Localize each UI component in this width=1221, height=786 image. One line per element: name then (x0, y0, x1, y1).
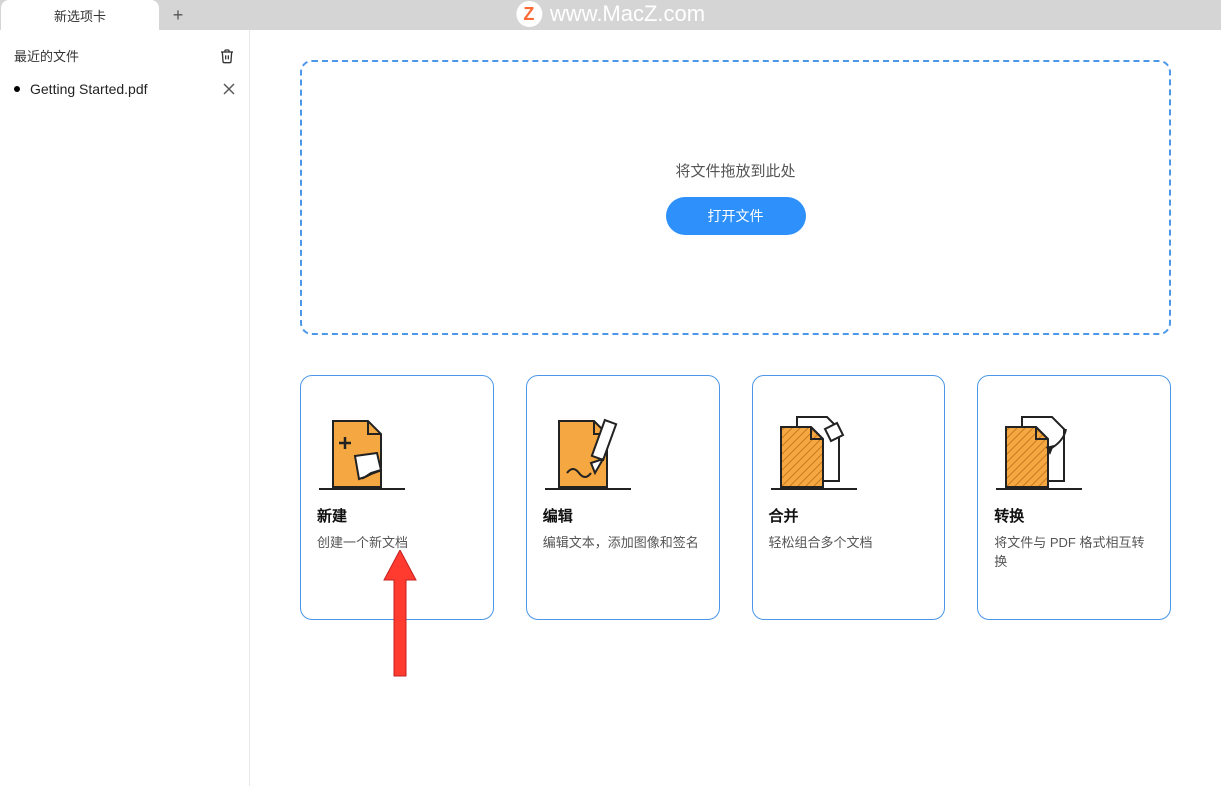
plus-icon: + (173, 5, 184, 26)
watermark: Z www.MacZ.com (516, 1, 705, 27)
open-file-button[interactable]: 打开文件 (666, 197, 806, 235)
card-merge[interactable]: 合并 轻松组合多个文档 (752, 375, 946, 620)
main-panel: 将文件拖放到此处 打开文件 (250, 30, 1221, 786)
close-icon (223, 83, 235, 95)
sidebar-header: 最近的文件 (0, 40, 249, 71)
card-title: 新建 (317, 505, 477, 526)
card-desc: 轻松组合多个文档 (769, 532, 929, 551)
card-desc: 将文件与 PDF 格式相互转换 (994, 532, 1154, 570)
card-title: 合并 (769, 505, 929, 526)
card-convert[interactable]: 转换 将文件与 PDF 格式相互转换 (977, 375, 1171, 620)
recent-files-label: 最近的文件 (14, 46, 79, 65)
edit-icon (543, 398, 703, 493)
merge-icon (769, 398, 929, 493)
tab-label: 新选项卡 (54, 6, 106, 25)
card-desc: 编辑文本，添加图像和签名 (543, 532, 703, 551)
card-title: 转换 (994, 505, 1154, 526)
watermark-z-icon: Z (516, 1, 542, 27)
content-area: 最近的文件 Getting Started.pdf 将文件拖放到此处 打开文件 (0, 30, 1221, 786)
watermark-text: www.MacZ.com (550, 1, 705, 27)
card-title: 编辑 (543, 505, 703, 526)
file-name: Getting Started.pdf (30, 81, 148, 97)
card-desc: 创建一个新文档 (317, 532, 477, 551)
add-tab-button[interactable]: + (163, 0, 193, 30)
tab-bar: 新选项卡 + Z www.MacZ.com (0, 0, 1221, 30)
card-edit[interactable]: 编辑 编辑文本，添加图像和签名 (526, 375, 720, 620)
recent-file-item[interactable]: Getting Started.pdf (0, 71, 249, 107)
trash-icon (219, 48, 235, 64)
file-drop-zone[interactable]: 将文件拖放到此处 打开文件 (300, 60, 1171, 335)
bullet-icon (14, 86, 20, 92)
create-icon (317, 398, 477, 493)
drop-hint-text: 将文件拖放到此处 (675, 160, 795, 181)
convert-icon (994, 398, 1154, 493)
remove-file-button[interactable] (223, 83, 235, 95)
action-cards: 新建 创建一个新文档 编辑 编辑文本，添加图像和签名 (300, 375, 1171, 620)
card-create[interactable]: 新建 创建一个新文档 (300, 375, 494, 620)
tab-new[interactable]: 新选项卡 (1, 0, 159, 30)
sidebar: 最近的文件 Getting Started.pdf (0, 30, 250, 786)
clear-recent-button[interactable] (219, 48, 235, 64)
